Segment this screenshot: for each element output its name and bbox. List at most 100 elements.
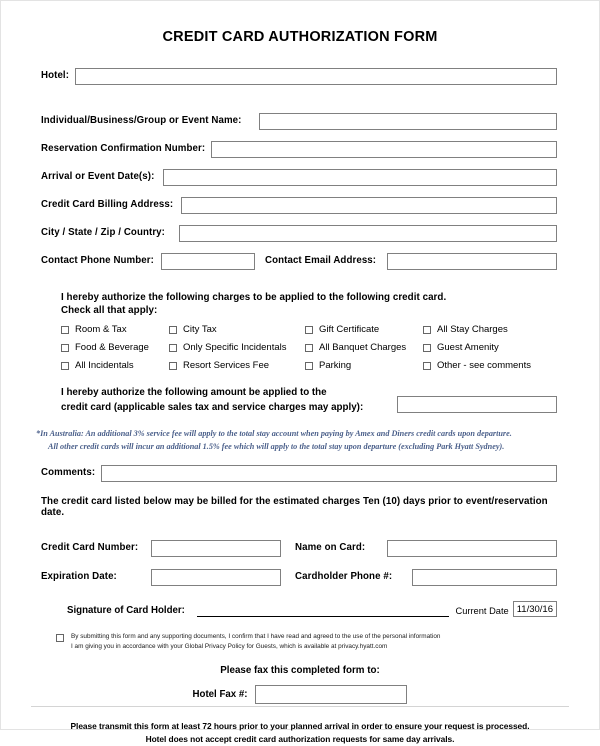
contact-phone-label: Contact Phone Number: (41, 255, 154, 267)
authorization-line-2: Check all that apply: (61, 305, 158, 317)
australia-fee-note: *In Australia: An additional 3% service … (1, 428, 599, 453)
authorization-line-1: I hereby authorize the following charges… (61, 292, 447, 303)
checkbox-icon[interactable] (169, 343, 177, 352)
field-row-contact: Contact Phone Number: Contact Email Addr… (1, 253, 599, 270)
field-row-reservation: Reservation Confirmation Number: (1, 141, 599, 158)
hotel-label: Hotel: (41, 70, 70, 82)
city-state-input[interactable] (179, 225, 557, 242)
checkbox-icon[interactable] (305, 325, 313, 334)
consent-row[interactable]: By submitting this form and any supporti… (1, 632, 599, 651)
cardholder-phone-label: Cardholder Phone #: (295, 571, 393, 583)
field-row-city-state: City / State / Zip / Country: (1, 225, 599, 242)
checkbox-label: All Stay Charges (437, 324, 508, 336)
checkbox-city-tax[interactable]: City Tax (169, 324, 305, 335)
comments-label: Comments: (41, 467, 96, 479)
checkbox-icon[interactable] (423, 343, 431, 352)
hotel-input[interactable] (75, 68, 557, 85)
authorization-block: I hereby authorize the following charges… (1, 291, 599, 371)
fax-row: Hotel Fax #: (1, 685, 599, 705)
hotel-fax-label: Hotel Fax #: (192, 689, 248, 701)
consent-checkbox-icon[interactable] (56, 634, 64, 643)
comments-input[interactable] (101, 465, 557, 483)
checkbox-label: Only Specific Incidentals (183, 342, 287, 354)
checkbox-icon[interactable] (61, 361, 69, 370)
checkbox-parking[interactable]: Parking (305, 360, 423, 371)
bottom-divider (31, 706, 569, 707)
individual-label: Individual/Business/Group or Event Name: (41, 115, 242, 127)
checkbox-icon[interactable] (305, 343, 313, 352)
checkbox-icon[interactable] (61, 325, 69, 334)
expiration-date-input[interactable] (151, 569, 281, 587)
checkbox-guest-amenity[interactable]: Guest Amenity (423, 342, 557, 353)
city-state-label: City / State / Zip / Country: (41, 227, 165, 239)
cardholder-phone-input[interactable] (412, 569, 557, 587)
checkbox-gift-certificate[interactable]: Gift Certificate (305, 324, 423, 335)
checkbox-all-incidentals[interactable]: All Incidentals (61, 360, 169, 371)
contact-email-input[interactable] (387, 253, 557, 270)
current-date-value[interactable]: 11/30/16 (512, 601, 557, 618)
arrival-input[interactable] (163, 169, 557, 186)
arrival-label: Arrival or Event Date(s): (41, 171, 155, 183)
field-row-credit-card-number: Credit Card Number: Name on Card: (1, 540, 599, 558)
footer-line-2: Hotel does not accept credit card author… (145, 734, 455, 745)
checkbox-all-stay-charges[interactable]: All Stay Charges (423, 324, 557, 335)
checkbox-icon[interactable] (169, 325, 177, 334)
australia-note-line-1: *In Australia: An additional 3% service … (36, 428, 512, 438)
amount-authorization-text: I hereby authorize the following amount … (61, 386, 363, 414)
checkbox-label: Parking (319, 360, 352, 372)
field-row-expiration: Expiration Date: Cardholder Phone #: (1, 569, 599, 587)
checkbox-only-specific-incidentals[interactable]: Only Specific Incidentals (169, 342, 305, 353)
billing-address-input[interactable] (181, 197, 557, 214)
expiration-date-label: Expiration Date: (41, 571, 117, 583)
checkbox-icon[interactable] (423, 325, 431, 334)
checkbox-resort-services-fee[interactable]: Resort Services Fee (169, 360, 305, 371)
consent-text: By submitting this form and any supporti… (71, 632, 440, 651)
billing-disclosure-note: The credit card listed below may be bill… (41, 496, 548, 519)
checkbox-food-beverage[interactable]: Food & Beverage (61, 342, 169, 353)
signature-line[interactable] (196, 604, 450, 618)
checkbox-all-banquet-charges[interactable]: All Banquet Charges (305, 342, 423, 353)
hotel-fax-input[interactable] (255, 685, 408, 705)
amount-input[interactable] (397, 396, 557, 414)
reservation-label: Reservation Confirmation Number: (41, 143, 206, 155)
footer-note: Please transmit this form at least 72 ho… (1, 720, 599, 745)
checkbox-icon[interactable] (423, 361, 431, 370)
australia-note-line-2: All other credit cards will incur an add… (48, 441, 505, 451)
contact-email-label: Contact Email Address: (265, 255, 377, 267)
consent-line-1: By submitting this form and any supporti… (71, 633, 441, 641)
amount-line-1: I hereby authorize the following amount … (61, 387, 327, 399)
checkbox-label: Food & Beverage (75, 342, 149, 354)
signature-label: Signature of Card Holder: (67, 605, 185, 617)
checkbox-label: Room & Tax (75, 324, 127, 336)
checkbox-room-tax[interactable]: Room & Tax (61, 324, 169, 335)
amount-authorization-block: I hereby authorize the following amount … (1, 386, 599, 414)
amount-line-2: credit card (applicable sales tax and se… (61, 401, 364, 413)
form-page: CREDIT CARD AUTHORIZATION FORM Hotel: In… (0, 0, 600, 744)
field-row-billing-address: Credit Card Billing Address: (1, 197, 599, 214)
name-on-card-input[interactable] (387, 540, 557, 558)
contact-phone-input[interactable] (161, 253, 255, 270)
reservation-input[interactable] (211, 141, 557, 158)
checkbox-icon[interactable] (169, 361, 177, 370)
current-date-label: Current Date (455, 606, 509, 617)
credit-card-number-label: Credit Card Number: (41, 542, 139, 554)
credit-card-number-input[interactable] (151, 540, 281, 558)
checkbox-label: All Banquet Charges (319, 342, 407, 354)
checkbox-label: Gift Certificate (319, 324, 380, 336)
checkbox-label: All Incidentals (75, 360, 134, 372)
checkbox-label: Other - see comments (437, 360, 531, 372)
field-row-hotel: Hotel: (1, 68, 599, 85)
checkbox-label: City Tax (183, 324, 217, 336)
field-row-individual: Individual/Business/Group or Event Name: (1, 113, 599, 130)
checkbox-other-see-comments[interactable]: Other - see comments (423, 360, 557, 371)
checkbox-label: Resort Services Fee (183, 360, 270, 372)
page-title: CREDIT CARD AUTHORIZATION FORM (162, 29, 438, 45)
checkbox-icon[interactable] (61, 343, 69, 352)
checkbox-label: Guest Amenity (437, 342, 499, 354)
field-row-arrival: Arrival or Event Date(s): (1, 169, 599, 186)
signature-row: Signature of Card Holder: Current Date 1… (1, 601, 599, 618)
charges-checkbox-grid: Room & Tax City Tax Gift Certificate All… (61, 324, 557, 371)
billing-address-label: Credit Card Billing Address: (41, 199, 174, 211)
individual-input[interactable] (259, 113, 557, 130)
checkbox-icon[interactable] (305, 361, 313, 370)
